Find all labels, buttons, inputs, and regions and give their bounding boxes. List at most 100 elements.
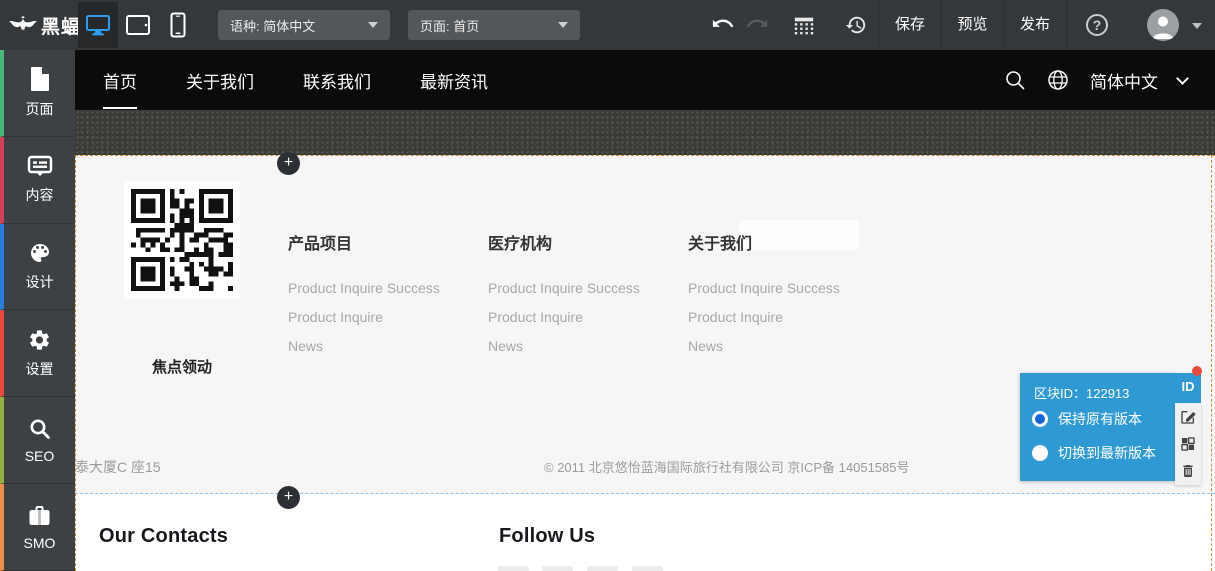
nav-link-about[interactable]: 关于我们: [186, 58, 254, 103]
site-nav-links: 首页 关于我们 联系我们 最新资讯: [103, 50, 488, 110]
sidebar-item-label: 设置: [26, 359, 54, 379]
sidebar-item-design[interactable]: 设计: [0, 224, 75, 311]
block-tools-strip: [1175, 403, 1201, 485]
language-dropdown[interactable]: 语种: 简体中文: [218, 10, 390, 40]
qr-caption: 焦点领动: [124, 356, 240, 377]
chevron-down-icon: [368, 22, 378, 28]
sidebar-item-label: SEO: [25, 448, 55, 464]
social-icon-placeholder[interactable]: [632, 566, 663, 571]
footer-column-about: 关于我们 Product Inquire Success Product Inq…: [688, 230, 878, 367]
app-logo[interactable]: 黑蝠: [8, 0, 81, 50]
add-block-button-top[interactable]: +: [277, 152, 300, 175]
qr-code-image: [131, 188, 233, 292]
canvas-right-boundary: [1211, 155, 1212, 571]
sidebar-item-label: 页面: [26, 99, 54, 119]
avatar[interactable]: [1147, 9, 1179, 41]
sidebar-item-label: 内容: [26, 185, 54, 205]
footer-link[interactable]: Product Inquire Success: [688, 280, 878, 296]
sidebar-item-label: SMO: [24, 535, 56, 551]
app-window: 黑蝠: [0, 0, 1215, 571]
account-menu-caret[interactable]: [1192, 23, 1202, 29]
site-nav-right: 简体中文: [1004, 50, 1187, 110]
redo-icon-disabled[interactable]: [746, 14, 768, 36]
qr-code: [124, 181, 240, 299]
footer-link[interactable]: Product Inquire Success: [488, 280, 678, 296]
option-label: 切换到最新版本: [1058, 443, 1156, 463]
toolbar-divider: [1066, 0, 1067, 50]
sidebar-item-smo[interactable]: SMO: [0, 484, 75, 571]
footer-column-products: 产品项目 Product Inquire Success Product Inq…: [288, 230, 478, 367]
sidebar-item-seo[interactable]: SEO: [0, 397, 75, 484]
page-icon: [28, 66, 52, 92]
blocks-icon[interactable]: [1180, 436, 1196, 452]
nav-link-home[interactable]: 首页: [103, 58, 137, 103]
footer-column-title: 关于我们: [688, 230, 878, 254]
device-phone-button[interactable]: [158, 2, 198, 48]
footer-link[interactable]: Product Inquire: [688, 309, 878, 325]
device-desktop-button[interactable]: [78, 2, 118, 48]
chevron-down-icon[interactable]: [1176, 72, 1189, 85]
add-block-button-bottom[interactable]: +: [277, 486, 300, 509]
phone-icon: [170, 12, 186, 38]
option-switch-version[interactable]: 切换到最新版本: [1032, 443, 1156, 463]
chevron-down-icon: [558, 22, 568, 28]
footer-column-title: 医疗机构: [488, 230, 678, 254]
social-icon-placeholder[interactable]: [498, 566, 529, 571]
sidebar-item-settings[interactable]: 设置: [0, 310, 75, 397]
gear-icon: [27, 328, 52, 352]
footer-link[interactable]: Product Inquire: [488, 309, 678, 325]
undo-icon[interactable]: [712, 14, 734, 36]
social-icon-placeholder[interactable]: [542, 566, 573, 571]
language-dropdown-label: 语种: 简体中文: [230, 16, 315, 35]
desktop-icon: [85, 13, 111, 37]
footer-link[interactable]: News: [288, 338, 478, 354]
search-icon[interactable]: [1004, 69, 1026, 91]
social-icon-placeholder[interactable]: [587, 566, 618, 571]
device-tablet-button[interactable]: [118, 2, 158, 48]
footer-link[interactable]: News: [488, 338, 678, 354]
palette-icon: [27, 241, 53, 265]
trash-icon[interactable]: [1180, 463, 1196, 479]
block-id-badge: ID: [1175, 373, 1201, 403]
sidebar-item-label: 设计: [26, 272, 54, 292]
footer-link[interactable]: Product Inquire Success: [288, 280, 478, 296]
page-dropdown[interactable]: 页面: 首页: [408, 10, 580, 40]
save-button[interactable]: 保存: [879, 0, 941, 50]
radio-unselected-icon[interactable]: [1032, 445, 1048, 461]
tablet-icon: [125, 14, 151, 36]
footer-link[interactable]: News: [688, 338, 878, 354]
edit-icon[interactable]: [1180, 409, 1196, 425]
preview-button[interactable]: 预览: [942, 0, 1003, 50]
page-dropdown-label: 页面: 首页: [420, 16, 479, 35]
app-name: 黑蝠: [41, 12, 81, 39]
top-toolbar: 黑蝠: [0, 0, 1215, 50]
option-label: 保持原有版本: [1058, 409, 1142, 429]
nav-link-news[interactable]: 最新资讯: [420, 58, 488, 103]
canvas-left-boundary: [75, 155, 76, 571]
site-language-selector[interactable]: 简体中文: [1090, 68, 1158, 93]
sidebar-item-pages[interactable]: 页面: [0, 50, 75, 137]
empty-block-placeholder[interactable]: [75, 110, 1215, 155]
footer-address: 银泰大厦C 座15: [75, 457, 281, 477]
publish-button[interactable]: 发布: [1004, 0, 1066, 50]
site-preview-canvas: 首页 关于我们 联系我们 最新资讯 简体中文: [75, 50, 1215, 571]
sidebar-item-content[interactable]: 内容: [0, 137, 75, 224]
footer-link[interactable]: Product Inquire: [288, 309, 478, 325]
block-divider: [75, 493, 1215, 494]
notification-dot: [1192, 366, 1202, 376]
footer-copyright: © 2011 北京悠怡蓝海国际旅行社有限公司 京ICP备 14051585号: [544, 457, 896, 476]
radio-selected-icon[interactable]: [1032, 411, 1048, 427]
footer-column-medical: 医疗机构 Product Inquire Success Product Inq…: [488, 230, 678, 367]
block-id-label: 区块ID：122913: [1034, 383, 1129, 402]
seo-search-icon: [28, 417, 52, 441]
globe-icon[interactable]: [1046, 68, 1070, 92]
nav-link-contact[interactable]: 联系我们: [303, 58, 371, 103]
contacts-block-section[interactable]: Our Contacts Follow Us: [75, 493, 1215, 571]
option-keep-version[interactable]: 保持原有版本: [1032, 409, 1142, 429]
help-icon[interactable]: ?: [1086, 14, 1108, 36]
device-switcher: [78, 2, 198, 48]
history-icon[interactable]: [845, 14, 867, 36]
grid-blocks-icon[interactable]: [793, 14, 815, 36]
footer-column-title: 产品项目: [288, 230, 478, 254]
follow-us-title: Follow Us: [499, 525, 595, 548]
